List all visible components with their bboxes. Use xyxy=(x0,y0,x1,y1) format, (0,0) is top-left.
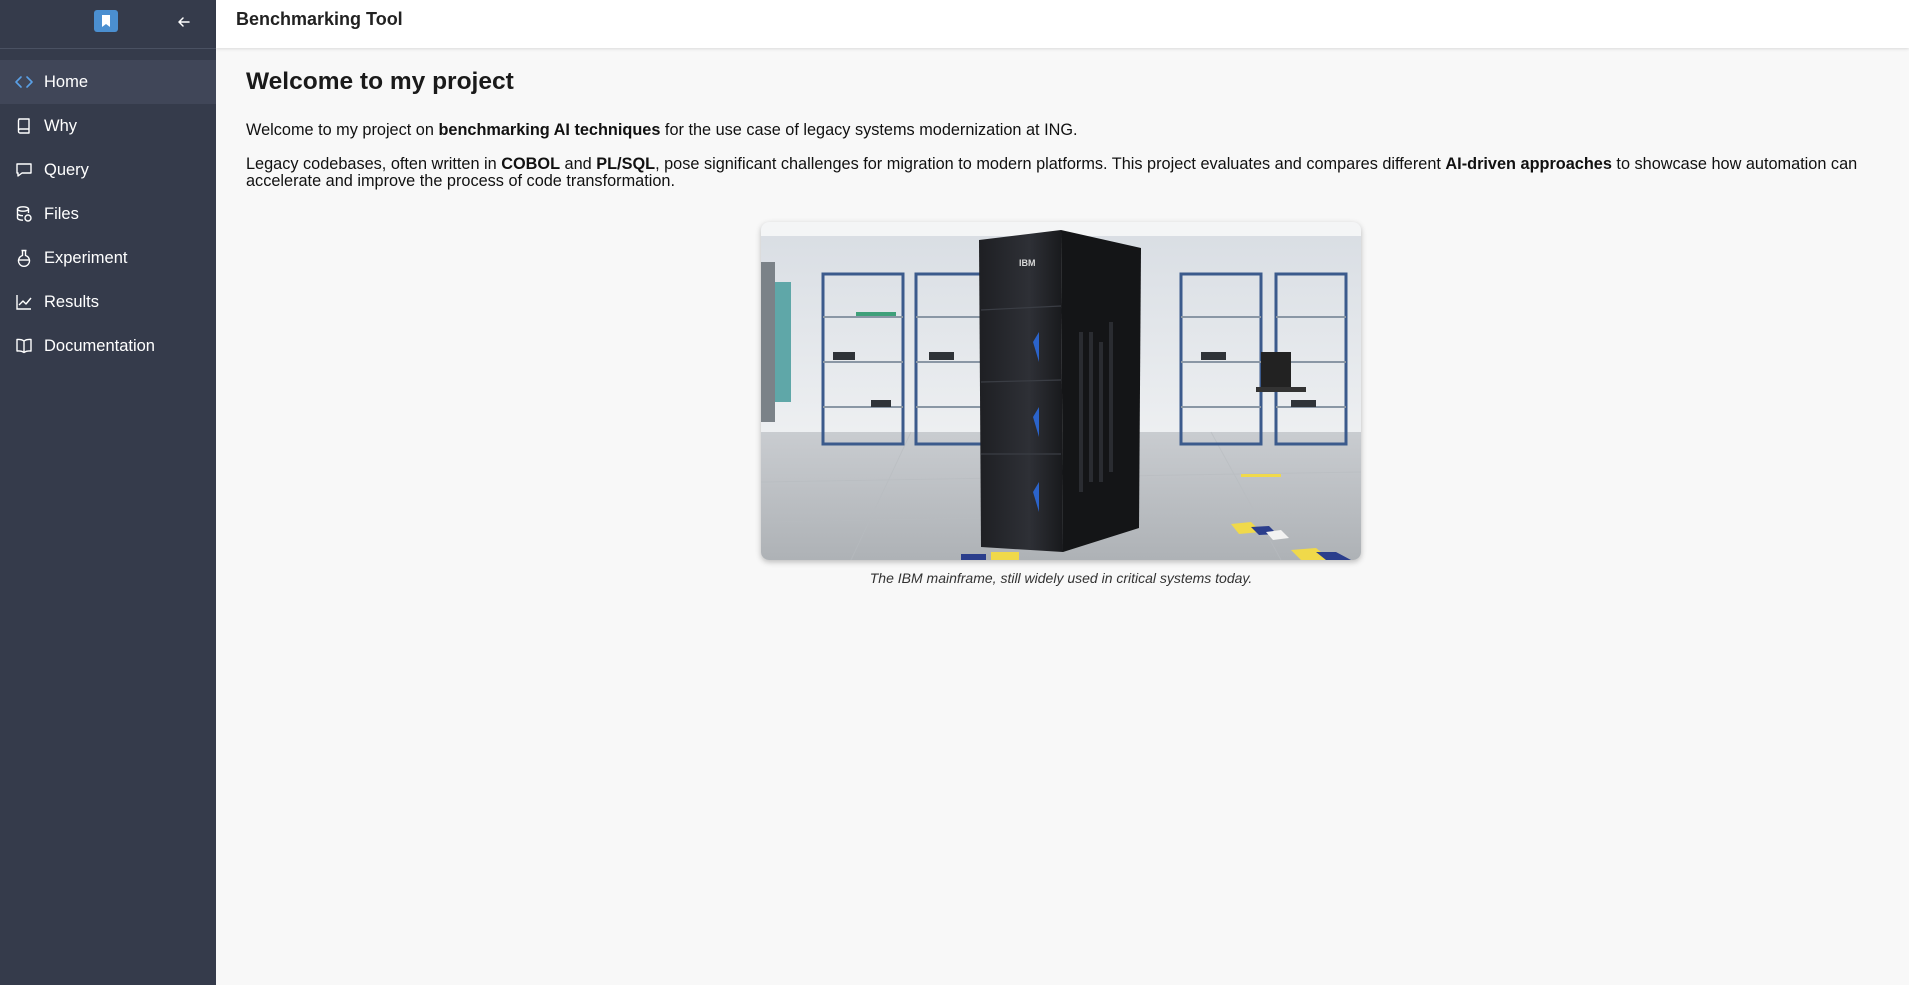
sidebar-item-label: Documentation xyxy=(44,336,155,355)
open-book-icon xyxy=(14,336,34,356)
sidebar-item-query[interactable]: Query xyxy=(0,148,216,192)
sidebar-header xyxy=(0,0,216,49)
sidebar: Home Why Query Files Experiment Results … xyxy=(0,0,216,985)
body-bold-cobol: COBOL xyxy=(501,154,561,173)
body-text: , pose significant challenges for migrat… xyxy=(655,154,1446,173)
intro-paragraph: Welcome to my project on benchmarking AI… xyxy=(246,120,1886,139)
body-bold-plsql: PL/SQL xyxy=(596,154,656,173)
sidebar-item-home[interactable]: Home xyxy=(0,60,216,104)
app-logo[interactable] xyxy=(94,10,118,32)
sidebar-item-label: Home xyxy=(44,72,89,91)
flask-icon xyxy=(14,248,34,268)
sidebar-item-label: Why xyxy=(44,116,77,135)
intro-bold: benchmarking AI techniques xyxy=(438,120,661,139)
main-content: Welcome to my project Welcome to my proj… xyxy=(246,48,1886,586)
sidebar-item-label: Experiment xyxy=(44,248,128,267)
intro-text: for the use case of legacy systems moder… xyxy=(660,120,1078,139)
intro-text: Welcome to my project on xyxy=(246,120,439,139)
code-icon xyxy=(14,72,34,92)
body-bold-ai: AI-driven approaches xyxy=(1445,154,1612,173)
sidebar-item-documentation[interactable]: Documentation xyxy=(0,324,216,368)
line-chart-icon xyxy=(14,292,34,312)
arrow-left-icon xyxy=(178,17,190,27)
sidebar-item-why[interactable]: Why xyxy=(0,104,216,148)
sidebar-item-files[interactable]: Files xyxy=(0,192,216,236)
sidebar-nav: Home Why Query Files Experiment Results … xyxy=(0,49,216,368)
top-header: Benchmarking Tool xyxy=(216,0,1909,48)
sidebar-item-results[interactable]: Results xyxy=(0,280,216,324)
sidebar-item-label: Files xyxy=(44,204,79,223)
body-text: and xyxy=(560,154,597,173)
body-paragraph: Legacy codebases, often written in COBOL… xyxy=(246,154,1886,190)
bookmark-icon xyxy=(102,15,110,27)
mainframe-image: IBM xyxy=(761,222,1361,560)
page-title: Welcome to my project xyxy=(246,68,514,95)
database-icon xyxy=(14,204,34,224)
sidebar-item-experiment[interactable]: Experiment xyxy=(0,236,216,280)
body-text: Legacy codebases, often written in xyxy=(246,154,502,173)
mainframe-figure: IBM The IBM mainframe, still widely used… xyxy=(761,222,1361,586)
sidebar-item-label: Results xyxy=(44,292,100,311)
app-title: Benchmarking Tool xyxy=(236,9,403,29)
collapse-sidebar-button[interactable] xyxy=(174,12,194,32)
figure-caption: The IBM mainframe, still widely used in … xyxy=(869,570,1253,586)
chat-icon xyxy=(14,160,34,180)
ibm-logo-text: IBM xyxy=(1019,258,1036,268)
sidebar-item-label: Query xyxy=(44,160,89,179)
book-icon xyxy=(14,116,34,136)
